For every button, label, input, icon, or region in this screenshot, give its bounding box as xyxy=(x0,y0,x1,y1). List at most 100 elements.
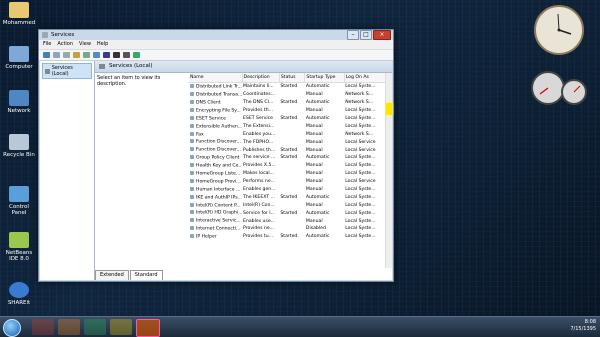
cell-name: DNS Client xyxy=(189,99,242,107)
table-row[interactable]: ESET Service ESET Service Started Automatic… xyxy=(189,115,386,123)
services-taskbar-icon[interactable] xyxy=(136,319,160,337)
stop-icon[interactable] xyxy=(113,52,120,58)
pause-icon[interactable] xyxy=(123,52,130,58)
scrollbar-thumb[interactable] xyxy=(386,103,392,115)
service-name: Group Policy Client xyxy=(196,155,240,161)
service-gear-icon xyxy=(190,178,194,183)
restart-icon[interactable] xyxy=(133,52,140,58)
service-gear-icon xyxy=(190,210,194,215)
desktop-icon-shareit[interactable]: SHAREit xyxy=(2,282,36,306)
table-row[interactable]: Intel(R) HD Graphi... Service for I... Sta… xyxy=(189,209,386,217)
table-row[interactable]: Human Interface ... Enables gen... Manual L… xyxy=(189,186,386,194)
column-header-status[interactable]: Status xyxy=(279,73,306,83)
table-row[interactable]: Group Policy Client The service ... Starte… xyxy=(189,154,386,162)
tab-standard[interactable]: Standard xyxy=(129,270,163,280)
cell-description: Coordinates... xyxy=(243,92,276,98)
service-name: Extensible Authen... xyxy=(196,124,243,130)
column-header-name[interactable]: Name xyxy=(189,73,243,83)
maximize-button[interactable]: □ xyxy=(360,30,372,40)
table-row[interactable]: Function Discover... The FDPHO... Manual Lo… xyxy=(189,138,386,146)
forward-icon[interactable] xyxy=(53,52,60,58)
refresh-icon[interactable] xyxy=(73,52,80,58)
cell-description: ESET Service xyxy=(243,116,274,121)
menu-view[interactable]: View xyxy=(79,40,91,49)
system-tray[interactable]: 8:08 7/15/1395 xyxy=(570,319,596,333)
clock-time: 8:08 xyxy=(584,319,596,325)
table-row[interactable]: HomeGroup Provi... Performs ne... Manual Lo… xyxy=(189,178,386,186)
table-row[interactable]: HomeGroup Liste... Makes local... Manual Lo… xyxy=(189,170,386,178)
cell-log-on-as: Local Syste... xyxy=(345,234,376,240)
desktop-icon-netbeans[interactable]: NetBeans IDE 8.0 xyxy=(2,232,36,262)
cell-status xyxy=(279,138,305,146)
column-header-description[interactable]: Description xyxy=(242,73,280,83)
cell-status: Started xyxy=(280,194,298,200)
table-row[interactable]: IP Helper Provides tu... Started Automatic L… xyxy=(189,233,386,241)
service-name: ESET Service xyxy=(196,116,226,122)
service-name: Function Discover... xyxy=(196,139,241,145)
services-app-icon xyxy=(42,32,48,38)
pane-header: Services (Local) xyxy=(95,61,392,73)
table-row[interactable]: Distributed Transa... Coordinates... Manua… xyxy=(189,91,386,99)
shareit-icon xyxy=(9,282,29,298)
desktop-icon-computer[interactable]: Computer xyxy=(2,46,36,70)
tool-icon[interactable] xyxy=(32,319,54,335)
cell-startup-type: Manual xyxy=(305,202,323,208)
chrome-icon[interactable] xyxy=(84,319,106,335)
cell-name: Distributed Link Tr... xyxy=(189,83,242,91)
desktop-icon-recycle-bin[interactable]: Recycle Bin xyxy=(2,134,36,158)
toolbar xyxy=(39,50,393,61)
desktop-icon-control-panel[interactable]: Control Panel xyxy=(2,186,36,216)
cell-startup-type: Manual xyxy=(305,139,323,145)
table-row[interactable]: Intel(R) Content P... Intel(R) Con... Manu… xyxy=(189,201,386,209)
cell-startup-type: Automatic xyxy=(305,210,330,216)
table-row[interactable]: IKE and AuthIP IPs... The IKEEXT ... Start… xyxy=(189,193,386,201)
menu-file[interactable]: File xyxy=(43,40,51,49)
close-button[interactable]: × xyxy=(373,30,391,40)
tab-extended[interactable]: Extended xyxy=(95,270,129,280)
firefox-icon[interactable] xyxy=(58,319,80,335)
table-row[interactable]: Distributed Link Tr... Maintains li... Sta… xyxy=(189,83,386,91)
start-button[interactable] xyxy=(3,319,21,337)
back-icon[interactable] xyxy=(43,52,50,58)
cell-startup-type: Manual xyxy=(305,171,323,177)
column-header-log-on-as[interactable]: Log On As xyxy=(344,73,386,83)
play-icon[interactable] xyxy=(103,52,110,58)
menu-action[interactable]: Action xyxy=(57,40,73,49)
table-row[interactable]: Internet Connecti... Provides ne... Disabl… xyxy=(189,225,386,233)
table-row[interactable]: Health Key and Ce... Provides X.5... Manua… xyxy=(189,162,386,170)
service-name: Distributed Transa... xyxy=(196,92,243,98)
gauge-icon xyxy=(531,71,587,105)
services-list: Name Description Status Startup Type Log… xyxy=(189,73,386,268)
table-row[interactable]: DNS Client The DNS Cl... Started Automatic N… xyxy=(189,99,386,107)
service-name: Human Interface ... xyxy=(196,187,241,193)
title-bar[interactable]: Services – □ × xyxy=(39,30,393,40)
show-hide-tree-icon[interactable] xyxy=(63,52,70,58)
service-name: IP Helper xyxy=(196,234,217,240)
cell-description: Service for I... xyxy=(243,210,275,216)
minimize-button[interactable]: – xyxy=(347,30,359,40)
service-name: HomeGroup Liste... xyxy=(196,171,241,177)
tree-item-services-local[interactable]: Services (Local) xyxy=(42,63,92,79)
service-name: Interactive Servic... xyxy=(196,218,241,224)
desktop-icon-user[interactable]: Mohammed xyxy=(2,2,36,26)
table-row[interactable]: Function Discover... Publishes th... Start… xyxy=(189,146,386,154)
table-row[interactable]: Interactive Servic... Enables use... Manua… xyxy=(189,217,386,225)
table-row[interactable]: Fax Enables you... Manual Network S... xyxy=(189,130,386,138)
table-row[interactable]: Encrypting File Sy... Provides th... Manua… xyxy=(189,107,386,115)
cell-name: Interactive Servic... xyxy=(189,217,242,225)
export-list-icon[interactable] xyxy=(83,52,90,58)
app-icon[interactable] xyxy=(110,319,132,335)
cell-status xyxy=(279,170,305,178)
vertical-scrollbar[interactable] xyxy=(385,73,392,268)
help-icon[interactable] xyxy=(93,52,100,58)
table-row[interactable]: Extensible Authen... The Extensi... Manual… xyxy=(189,122,386,130)
menu-bar: File Action View Help xyxy=(39,40,393,50)
cell-log-on-as: Local Syste... xyxy=(345,163,376,169)
column-header-startup-type[interactable]: Startup Type xyxy=(304,73,345,83)
cell-name: Group Policy Client xyxy=(189,154,242,162)
cell-status xyxy=(279,162,305,170)
cell-log-on-as: Local Service xyxy=(345,139,376,145)
menu-help[interactable]: Help xyxy=(97,40,108,49)
desktop-icon-network[interactable]: Network xyxy=(2,90,36,114)
cell-status xyxy=(279,201,305,209)
